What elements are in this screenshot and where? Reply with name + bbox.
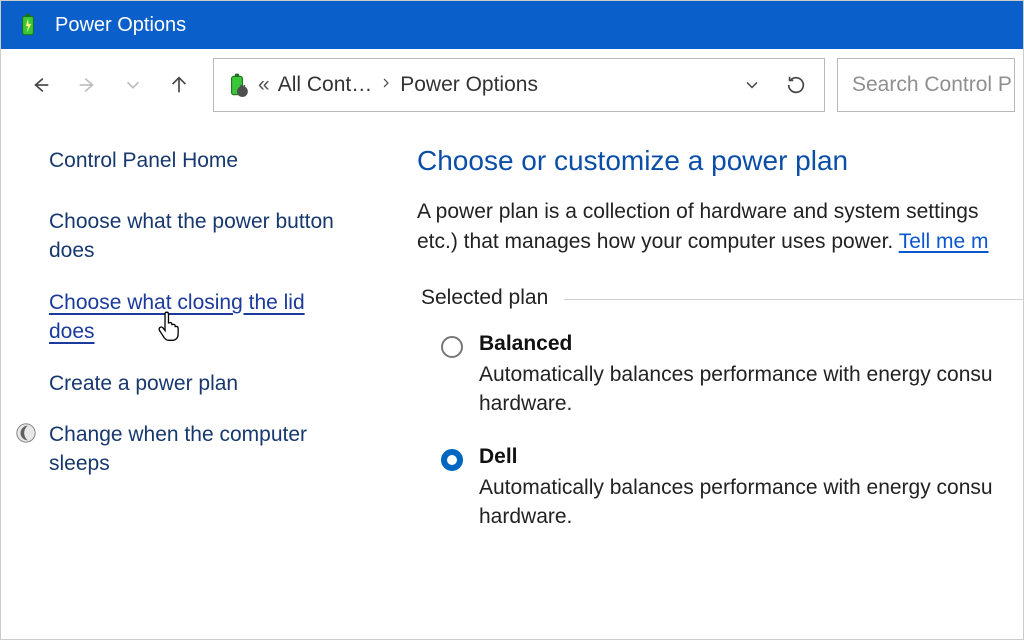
address-dropdown-button[interactable] — [734, 75, 770, 95]
sidebar-item-closing-lid[interactable]: Choose what closing the lid does — [49, 288, 353, 347]
address-bar[interactable]: « All Cont… Power Options — [213, 58, 825, 112]
sidebar: Control Panel Home Choose what the power… — [1, 121, 381, 639]
plan-option-balanced[interactable]: Balanced Automatically balances performa… — [417, 332, 1023, 419]
chevron-left-double-icon[interactable]: « — [258, 73, 270, 97]
sidebar-link-label: Create a power plan — [49, 372, 238, 395]
moon-icon — [15, 422, 37, 444]
breadcrumb-segment-all-control[interactable]: All Cont… — [278, 73, 373, 97]
search-placeholder: Search Control P — [852, 73, 1012, 97]
recent-dropdown-button[interactable] — [111, 63, 155, 107]
radio-checked-icon[interactable] — [441, 449, 463, 471]
page-description: A power plan is a collection of hardware… — [417, 197, 1023, 258]
refresh-button[interactable] — [778, 74, 814, 96]
content-area: Choose or customize a power plan A power… — [381, 121, 1023, 639]
titlebar: Power Options — [1, 1, 1023, 49]
main-area: Control Panel Home Choose what the power… — [1, 121, 1023, 639]
forward-button[interactable] — [65, 63, 109, 107]
chevron-right-icon[interactable] — [380, 73, 392, 97]
selected-plan-section: Selected plan — [417, 286, 1023, 310]
sidebar-item-create-plan[interactable]: Create a power plan — [49, 369, 353, 398]
sidebar-item-power-button[interactable]: Choose what the power button does — [49, 207, 353, 266]
sidebar-link-label: Choose what the power button does — [49, 210, 334, 262]
window-title: Power Options — [55, 14, 186, 37]
plan-description: Automatically balances performance with … — [479, 360, 1023, 419]
nav-address-row: « All Cont… Power Options Search Control… — [1, 49, 1023, 121]
battery-plug-icon — [224, 72, 250, 98]
breadcrumb-segment-power-options[interactable]: Power Options — [400, 73, 538, 97]
cursor-hand-icon — [157, 310, 183, 340]
plan-option-dell[interactable]: Dell Automatically balances performance … — [417, 445, 1023, 532]
sidebar-link-label: Change when the computer sleeps — [49, 423, 307, 475]
plan-description: Automatically balances performance with … — [479, 473, 1023, 532]
up-button[interactable] — [157, 63, 201, 107]
plan-name: Dell — [479, 445, 1023, 469]
tell-me-more-link[interactable]: Tell me m — [899, 230, 989, 253]
radio-unchecked-icon[interactable] — [441, 336, 463, 358]
control-panel-home-link[interactable]: Control Panel Home — [49, 149, 353, 173]
sidebar-item-computer-sleeps[interactable]: Change when the computer sleeps — [49, 420, 353, 479]
page-heading: Choose or customize a power plan — [417, 145, 1023, 177]
sidebar-link-label: Choose what closing the lid does — [49, 291, 305, 343]
section-label: Selected plan — [421, 286, 548, 310]
back-button[interactable] — [19, 63, 63, 107]
section-divider — [564, 299, 1023, 300]
plan-name: Balanced — [479, 332, 1023, 356]
battery-icon — [15, 12, 41, 38]
description-text: A power plan is a collection of hardware… — [417, 200, 978, 253]
search-input[interactable]: Search Control P — [837, 58, 1015, 112]
